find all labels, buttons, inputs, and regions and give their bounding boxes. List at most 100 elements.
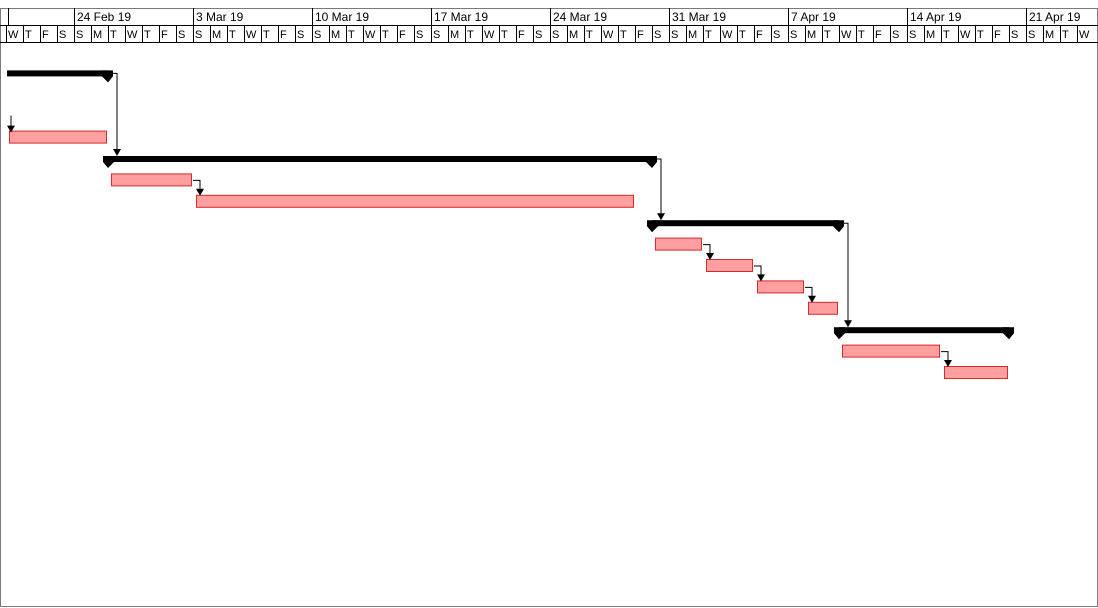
summary-bar (652, 220, 839, 227)
day-label: T (25, 29, 32, 41)
day-label: T (977, 29, 984, 41)
day-label: F (280, 29, 287, 41)
summary-end-cap (833, 220, 844, 233)
day-label: S (416, 29, 423, 41)
day-label: T (348, 29, 355, 41)
day-label: T (144, 29, 151, 41)
day-label: T (943, 29, 950, 41)
dependency-arrowhead (113, 149, 121, 156)
day-label: S (314, 29, 321, 41)
dependency-arrowhead (757, 274, 765, 282)
task-bar (944, 366, 1008, 379)
chart-border (0, 8, 1098, 607)
day-label: T (620, 29, 627, 41)
day-label: T (586, 29, 593, 41)
dependency-line (703, 244, 711, 254)
day-label: T (858, 29, 865, 41)
week-label: 21 Apr 19 (1029, 10, 1081, 24)
week-label: 14 Apr 19 (910, 10, 962, 24)
day-label: T (705, 29, 712, 41)
task-bar (655, 237, 702, 251)
dependency-line (754, 265, 762, 276)
summary-end-cap (1003, 327, 1014, 340)
day-label: M (569, 29, 578, 41)
week-label: 7 Apr 19 (791, 10, 836, 24)
day-label: S (790, 29, 797, 41)
day-label: M (807, 29, 816, 41)
day-label: F (161, 29, 168, 41)
day-label: W (603, 29, 614, 41)
day-label: S (909, 29, 916, 41)
day-label: S (297, 29, 304, 41)
day-label: T (382, 29, 389, 41)
summary-bar (7, 70, 108, 77)
day-label: T (229, 29, 236, 41)
day-label: W (960, 29, 971, 41)
day-label: W (246, 29, 257, 41)
task-bar (706, 259, 753, 272)
dependency-line (844, 222, 849, 322)
day-label: W (484, 29, 495, 41)
day-label: T (824, 29, 831, 41)
dependency-line (805, 286, 813, 297)
summary-end-cap (646, 156, 657, 168)
day-label: T (501, 29, 508, 41)
task-bar (9, 130, 107, 144)
dependency-line (941, 351, 949, 361)
day-label: S (1011, 29, 1018, 41)
week-label: 31 Mar 19 (672, 10, 726, 24)
day-label: F (756, 29, 763, 41)
summary-start-cap (647, 220, 658, 233)
day-label: F (637, 29, 644, 41)
dependency-arrowhead (657, 213, 665, 221)
day-label: T (1062, 29, 1069, 41)
week-label: 24 Feb 19 (77, 10, 131, 24)
day-label: T (467, 29, 474, 41)
day-label: W (127, 29, 138, 41)
day-label: M (688, 29, 697, 41)
task-bar (808, 301, 838, 315)
summary-bar (108, 156, 652, 162)
day-label: W (365, 29, 376, 41)
day-label: S (654, 29, 661, 41)
day-label: F (399, 29, 406, 41)
week-label: 3 Mar 19 (196, 10, 244, 24)
day-label: M (450, 29, 459, 41)
day-label: F (875, 29, 882, 41)
dependency-arrowhead (944, 360, 952, 367)
dependency-arrowhead (706, 253, 714, 260)
day-label: M (331, 29, 340, 41)
week-label: 10 Mar 19 (315, 10, 369, 24)
summary-start-cap (103, 156, 114, 168)
day-label: S (76, 29, 83, 41)
day-label: S (552, 29, 559, 41)
day-label: T (110, 29, 117, 41)
day-label: F (42, 29, 49, 41)
gantt-chart: 24 Feb 19 3 Mar 19 10 Mar 19 17 Mar 19 24 Ma… (0, 8, 1098, 607)
timescale-header: 24 Feb 19 3 Mar 19 10 Mar 19 17 Mar 19 24 Ma… (0, 8, 1098, 607)
dependency-line (113, 72, 118, 150)
day-label: F (518, 29, 525, 41)
day-label: W (1079, 29, 1090, 41)
day-label: S (433, 29, 440, 41)
day-label: M (93, 29, 102, 41)
day-label: S (1028, 29, 1035, 41)
day-label: W (841, 29, 852, 41)
day-label: S (178, 29, 185, 41)
gantt-bars (7, 70, 1014, 379)
task-bar (757, 280, 804, 294)
day-label: M (212, 29, 221, 41)
summary-end-cap (102, 70, 113, 83)
task-bar (842, 344, 940, 358)
dependency-arrowhead (196, 188, 204, 196)
summary-start-cap (834, 327, 845, 340)
day-label: M (926, 29, 935, 41)
day-label: S (535, 29, 542, 41)
day-label: S (671, 29, 678, 41)
day-label: S (195, 29, 202, 41)
day-label: M (1045, 29, 1054, 41)
day-label: T (263, 29, 270, 41)
day-label: W (8, 29, 19, 41)
day-label: S (892, 29, 899, 41)
day-label: S (773, 29, 780, 41)
